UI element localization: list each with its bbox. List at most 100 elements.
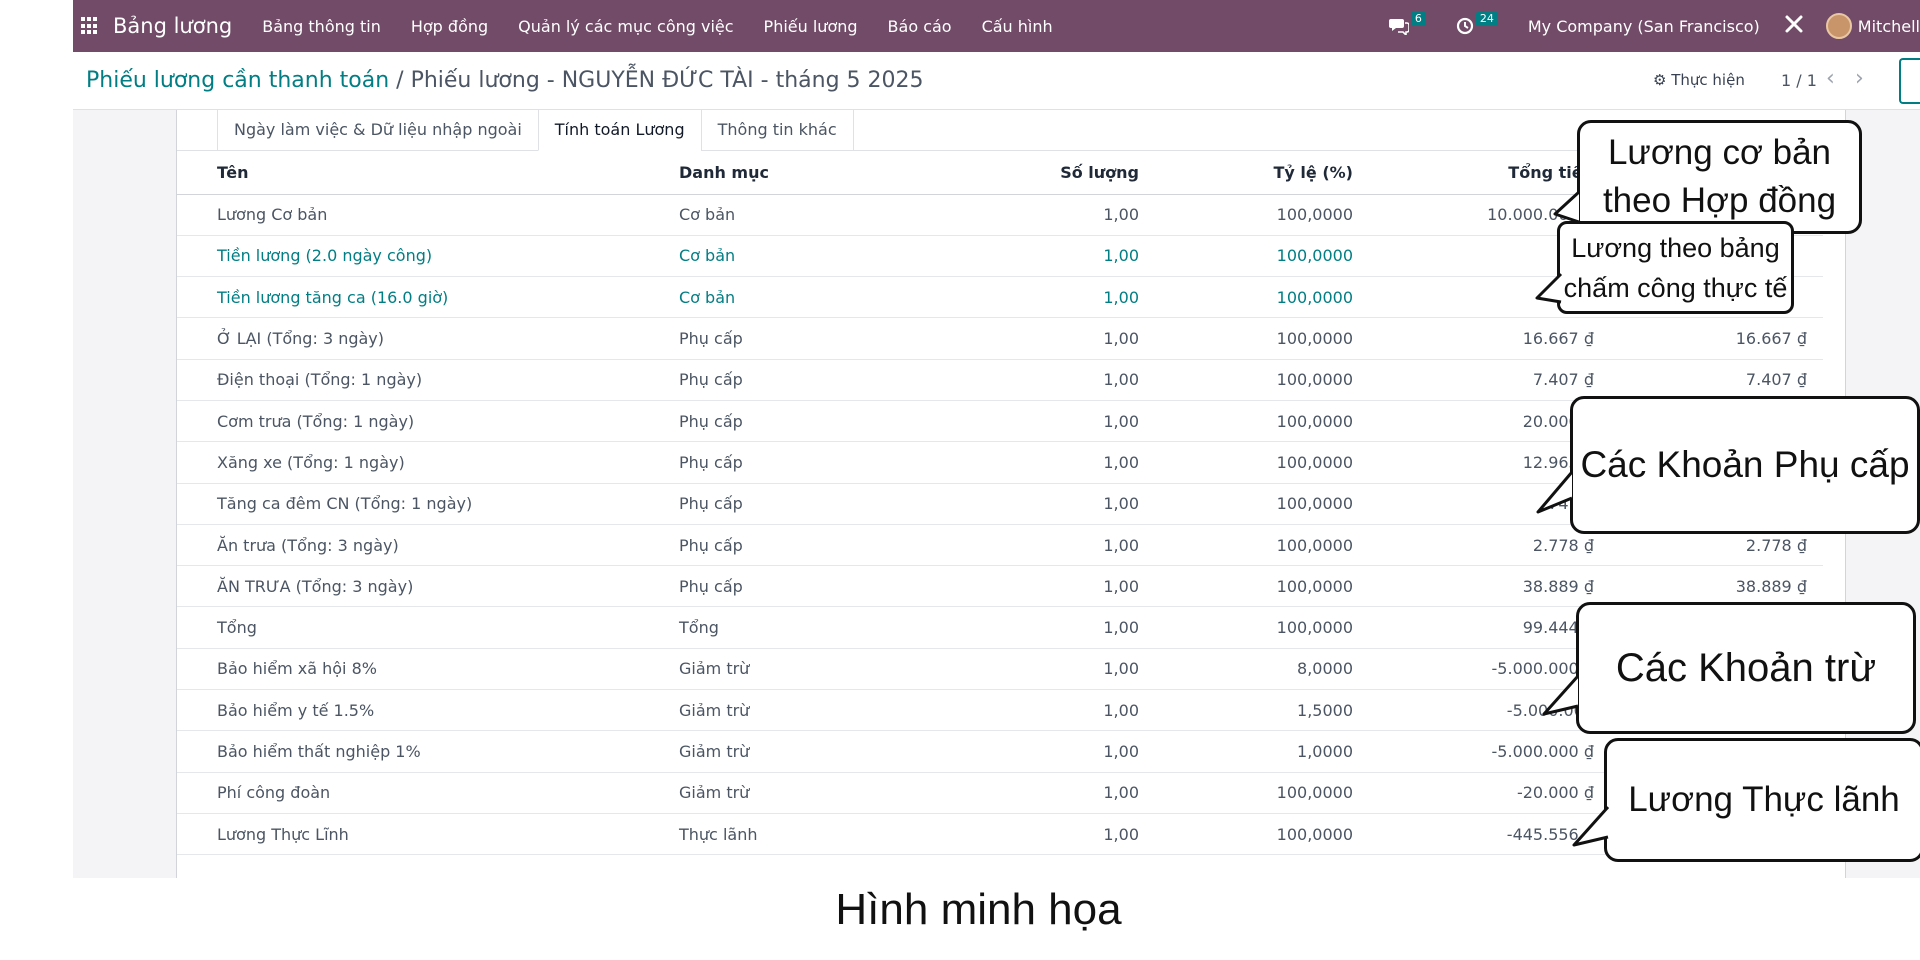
- cell-name: Lương Thực Lĩnh: [177, 813, 679, 856]
- cell-name: Tổng: [177, 606, 679, 649]
- clock-icon: [1456, 17, 1473, 35]
- cell-amount: 99.444 ₫: [1353, 606, 1594, 649]
- callout-net-salary: Lương Thực lãnh: [1604, 738, 1920, 862]
- cell-category: Giảm trừ: [679, 689, 979, 732]
- cell-amount: -20.000 ₫: [1353, 772, 1594, 814]
- table-row[interactable]: ĂN TRƯA (Tổng: 3 ngày) Phụ cấp 1,00 100,000…: [177, 565, 1823, 608]
- menu-configuration[interactable]: Cấu hình: [982, 17, 1053, 36]
- cell-amount: 38.889 ₫: [1353, 565, 1594, 608]
- cell-amount: 20.000 ₫: [1353, 400, 1594, 443]
- cell-category: Cơ bản: [679, 194, 979, 236]
- breadcrumb-parent-link[interactable]: Phiếu lương cần thanh toán: [86, 68, 389, 93]
- callout-deductions-text: Các Khoản trừ: [1615, 645, 1877, 690]
- cell-quantity: 1,00: [979, 194, 1139, 236]
- top-navbar: Bảng lương Bảng thông tin Hợp đồng Quản …: [73, 0, 1920, 52]
- company-switcher[interactable]: My Company (San Francisco): [1528, 17, 1760, 36]
- cell-category: Phụ cấp: [679, 441, 979, 484]
- figure-caption: Hình minh họa: [0, 878, 1920, 942]
- user-menu[interactable]: Mitchell: [1858, 17, 1920, 36]
- breadcrumb-current: Phiếu lương - NGUYỄN ĐỨC TÀI - tháng 5 2…: [410, 68, 924, 93]
- column-rate[interactable]: Tỷ lệ (%): [1139, 151, 1353, 195]
- cell-quantity: 1,00: [979, 813, 1139, 856]
- cell-category: Giảm trừ: [679, 730, 979, 773]
- callout-timesheet: Lương theo bảng chấm công thực tế: [1557, 221, 1794, 314]
- menu-dashboard[interactable]: Bảng thông tin: [262, 17, 381, 36]
- table-row[interactable]: Điện thoại (Tổng: 1 ngày) Phụ cấp 1,00 100,…: [177, 359, 1823, 401]
- gear-icon: ⚙: [1653, 71, 1667, 89]
- cell-quantity: 1,00: [979, 276, 1139, 319]
- callout-allowances-pointer: [1536, 471, 1574, 514]
- cell-category: Phụ cấp: [679, 483, 979, 525]
- cell-name: Tiền lương (2.0 ngày công): [177, 235, 679, 278]
- cell-amount: -5.000.000 ₫: [1353, 730, 1594, 773]
- cell-category: Tổng: [679, 606, 979, 649]
- wrench-screwdriver-icon: [1785, 15, 1803, 32]
- cell-quantity: 1,00: [979, 772, 1139, 814]
- cell-amount: 2.778 ₫: [1353, 524, 1594, 567]
- column-amount[interactable]: Tổng tiền: [1353, 151, 1594, 195]
- cell-quantity: 1,00: [979, 524, 1139, 567]
- breadcrumb-separator: /: [389, 68, 411, 93]
- cell-rate: 1,5000: [1139, 689, 1353, 732]
- callout-basic-contract-line2: theo Hợp đồng: [1602, 181, 1837, 220]
- cell-rate: 1,0000: [1139, 730, 1353, 773]
- cell-name: Phí công đoàn: [177, 772, 679, 814]
- callout-basic-contract: Lương cơ bản theo Hợp đồng: [1577, 120, 1862, 234]
- cell-name: Ở LẠI (Tổng: 3 ngày): [177, 317, 679, 360]
- cell-rate: 100,0000: [1139, 483, 1353, 525]
- action-menu-button[interactable]: ⚙ Thực hiện: [1653, 71, 1745, 89]
- callout-allowances: Các Khoản Phụ cấp: [1570, 396, 1920, 534]
- debug-tools-icon[interactable]: [1784, 14, 1804, 39]
- table-row[interactable]: Bảo hiểm thất nghiệp 1% Giảm trừ 1,00 1,000…: [177, 730, 1823, 773]
- tab-salary-computation[interactable]: Tính toán Lương: [537, 110, 702, 151]
- notebook-tabs: Ngày làm việc & Dữ liệu nhập ngoài Tính …: [217, 110, 854, 151]
- messages-button[interactable]: 6: [1388, 12, 1426, 35]
- cell-total: 16.667 ₫: [1594, 317, 1823, 360]
- cell-rate: 100,0000: [1139, 441, 1353, 484]
- messages-count-badge: 6: [1410, 12, 1426, 26]
- column-category[interactable]: Danh mục: [679, 151, 979, 195]
- app-brand[interactable]: Bảng lương: [113, 14, 232, 38]
- apps-menu-icon[interactable]: [81, 17, 99, 35]
- cell-quantity: 1,00: [979, 317, 1139, 360]
- cell-category: Phụ cấp: [679, 400, 979, 443]
- cell-amount: 16.667 ₫: [1353, 317, 1594, 360]
- callout-net-salary-text: Lương Thực lãnh: [1628, 780, 1900, 819]
- callout-basic-contract-line1: Lương cơ bản: [1607, 133, 1832, 172]
- control-panel: Phiếu lương cần thanh toán / Phiếu lương…: [73, 52, 1920, 110]
- callout-deductions-pointer: [1542, 674, 1580, 716]
- menu-work-entries[interactable]: Quản lý các mục công việc: [518, 17, 733, 36]
- avatar[interactable]: [1825, 13, 1852, 39]
- pager-previous-icon[interactable]: ‹: [1826, 66, 1835, 91]
- pager-next-icon[interactable]: ›: [1855, 66, 1864, 91]
- cell-name: Tăng ca đêm CN (Tổng: 1 ngày): [177, 483, 679, 525]
- column-name[interactable]: Tên: [177, 151, 679, 195]
- menu-payslips[interactable]: Phiếu lương: [764, 17, 858, 36]
- callout-timesheet-pointer: [1535, 272, 1563, 304]
- cut-off-button[interactable]: [1899, 58, 1920, 104]
- column-quantity[interactable]: Số lượng: [979, 151, 1139, 195]
- menu-contracts[interactable]: Hợp đồng: [411, 17, 488, 36]
- tab-other-info[interactable]: Thông tin khác: [700, 110, 854, 151]
- cell-rate: 100,0000: [1139, 772, 1353, 814]
- cell-rate: 100,0000: [1139, 565, 1353, 608]
- cell-name: Bảo hiểm xã hội 8%: [177, 648, 679, 691]
- tab-worked-days[interactable]: Ngày làm việc & Dữ liệu nhập ngoài: [217, 110, 539, 151]
- cell-quantity: 1,00: [979, 689, 1139, 732]
- cell-quantity: 1,00: [979, 359, 1139, 401]
- menu-reporting[interactable]: Báo cáo: [888, 17, 952, 36]
- cell-quantity: 1,00: [979, 235, 1139, 278]
- pager-value[interactable]: 1 / 1: [1781, 71, 1817, 90]
- cell-category: Giảm trừ: [679, 648, 979, 691]
- figure-caption-text: Hình minh họa: [835, 885, 1122, 934]
- callout-allowances-text: Các Khoản Phụ cấp: [1580, 444, 1910, 485]
- activities-button[interactable]: 24: [1456, 12, 1498, 35]
- cell-rate: 100,0000: [1139, 276, 1353, 319]
- cell-category: Phụ cấp: [679, 565, 979, 608]
- cell-name: Cơm trưa (Tổng: 1 ngày): [177, 400, 679, 443]
- callout-timesheet-line2: chấm công thực tế: [1563, 272, 1788, 303]
- cell-rate: 100,0000: [1139, 524, 1353, 567]
- cell-quantity: 1,00: [979, 441, 1139, 484]
- cell-amount: 7.407 ₫: [1353, 359, 1594, 401]
- table-row[interactable]: Ở LẠI (Tổng: 3 ngày) Phụ cấp 1,00 100,0000 1…: [177, 317, 1823, 360]
